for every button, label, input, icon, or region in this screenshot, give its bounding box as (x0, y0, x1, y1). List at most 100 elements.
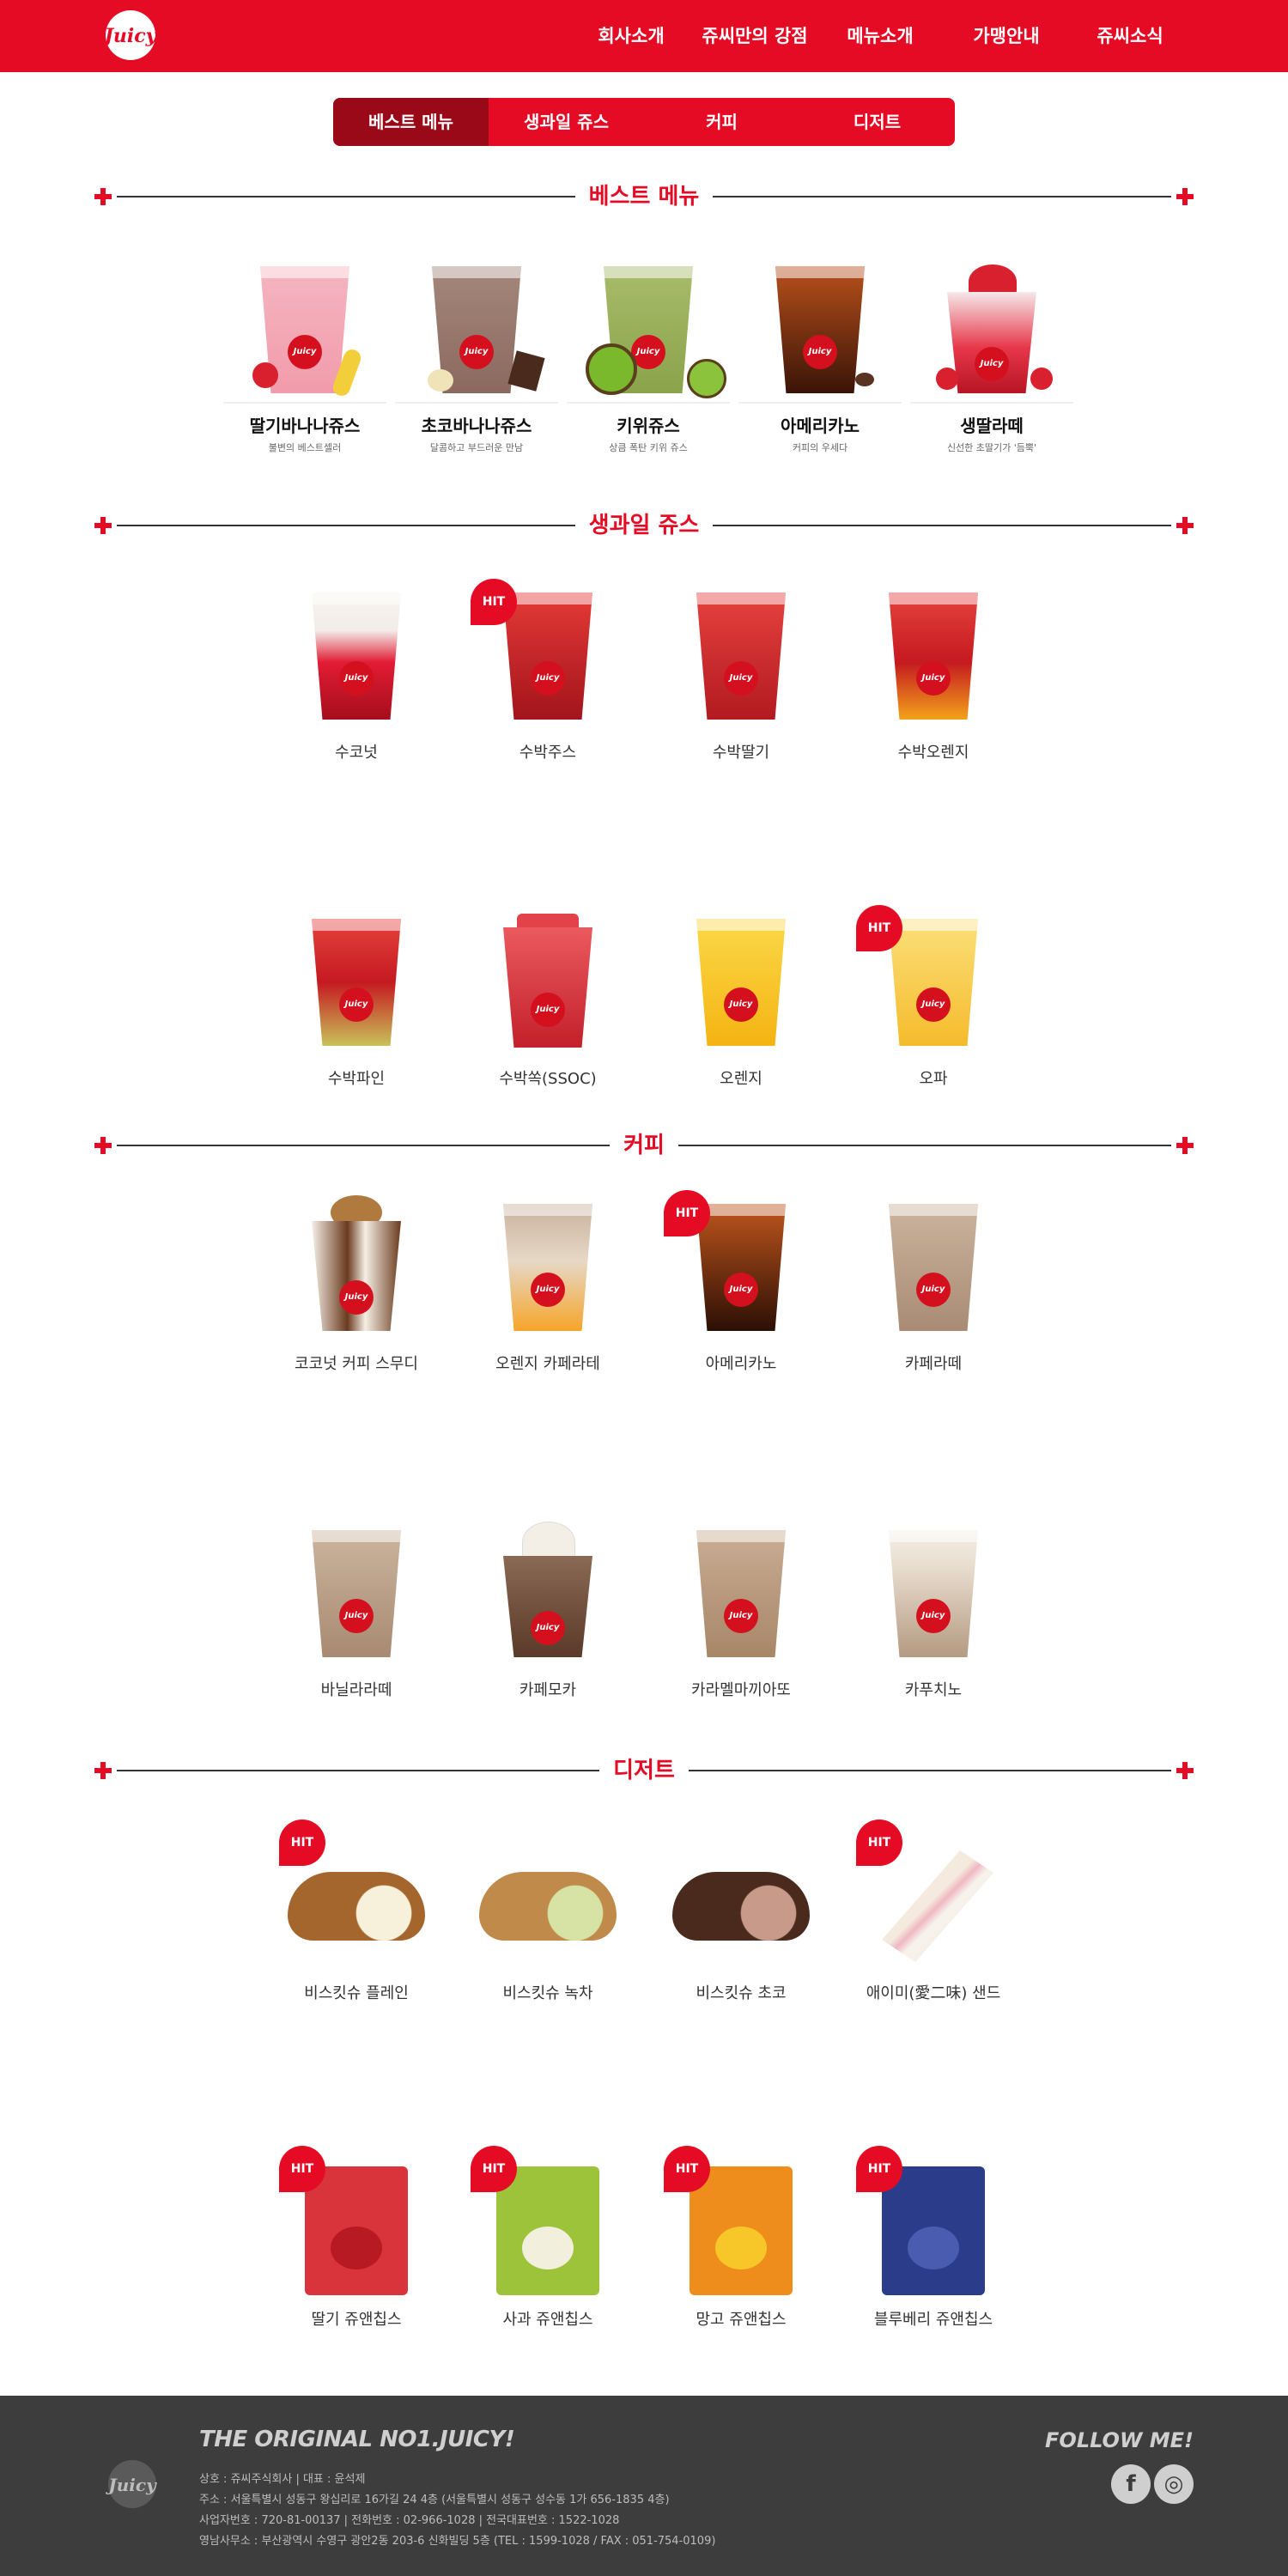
product-name: 비스킷슈 플레인 (304, 1984, 409, 2002)
footer-company: 상호 : 쥬씨주식회사 | 대표 : 윤석제 (199, 2473, 366, 2486)
dessert-item-mango-chips[interactable]: HIT 망고 쥬앤칩스 (655, 2146, 827, 2330)
dessert-item-aimi-sand[interactable]: HIT 애이미(愛二味) 샌드 (848, 1820, 1019, 2003)
product-name: 바닐라라떼 (320, 1681, 392, 1699)
section-divider-best: 베스트 메뉴 (93, 179, 1195, 214)
product-name: 카페라떼 (904, 1355, 963, 1373)
product-image: HIT (848, 1820, 1019, 1971)
best-item-strawberry-latte[interactable]: Juicy 생딸라떼 신선한 초딸기가 '듬뿍' (906, 258, 1078, 454)
best-item-choco-banana[interactable]: Juicy 초코바나나쥬스 달콤하고 부드러운 만남 (391, 258, 562, 454)
coffee-item-orange-cafe-latte[interactable]: Juicy 오렌지 카페라테 (462, 1195, 634, 1374)
site-footer: Juicy THE ORIGINAL NO1.JUICY! 상호 : 쥬씨주식회… (0, 2396, 1288, 2576)
best-item-strawberry-banana[interactable]: Juicy 딸기바나나쥬스 불변의 베스트셀러 (219, 258, 391, 454)
hit-badge: HIT (471, 2146, 517, 2192)
dessert-item-strawberry-chips[interactable]: HIT 딸기 쥬앤칩스 (270, 2146, 442, 2330)
product-name: 수박쏙(SSOC) (499, 1070, 597, 1088)
nav-company[interactable]: 회사소개 (592, 22, 670, 50)
product-image: Juicy (848, 1195, 1019, 1341)
footer-address: 주소 : 서울특별시 성동구 왕십리로 16가길 24 4층 (서울특별시 성동… (199, 2494, 670, 2506)
product-name: 카푸치노 (904, 1681, 963, 1699)
follow-label: FOLLOW ME! (1045, 2428, 1194, 2452)
best-item-kiwi[interactable]: Juicy 키위쥬스 상큼 폭탄 키위 쥬스 (562, 258, 734, 454)
tab-best-menu[interactable]: 베스트 메뉴 (333, 98, 489, 146)
product-name: 코코넛 커피 스무디 (295, 1355, 418, 1373)
coffee-item-americano[interactable]: Juicy HIT 아메리카노 (655, 1190, 827, 1374)
product-name: 수박파인 (327, 1070, 386, 1088)
site-header: Juicy 회사소개 쥬씨만의 강점 메뉴소개 가맹안내 쥬씨소식 (0, 0, 1288, 72)
product-name: 아메리카노 (781, 416, 860, 436)
dessert-item-biscuit-choux-greentea[interactable]: 비스킷슈 녹차 (462, 1825, 634, 2003)
coffee-item-cafe-mocha[interactable]: Juicy 카페모카 (462, 1522, 634, 1700)
hit-badge: HIT (856, 2146, 902, 2192)
product-name: 딸기바나나쥬스 (249, 416, 361, 436)
nav-menu[interactable]: 메뉴소개 (843, 22, 917, 50)
product-image: HIT (848, 2146, 1019, 2297)
section-title: 베스트 메뉴 (93, 179, 1195, 214)
product-image: Juicy (738, 258, 902, 404)
product-desc: 상큼 폭탄 키위 쥬스 (609, 442, 688, 453)
product-name: 초코바나나쥬스 (421, 416, 532, 436)
product-name: 오렌지 (720, 1070, 762, 1088)
coffee-item-vanilla-latte[interactable]: Juicy 바닐라라떼 (270, 1522, 442, 1700)
coffee-item-coconut-smoothie[interactable]: Juicy 코코넛 커피 스무디 (270, 1195, 442, 1374)
instagram-icon[interactable]: ◎ (1154, 2464, 1194, 2504)
coffee-item-cafe-latte[interactable]: Juicy 카페라떼 (848, 1195, 1019, 1374)
juice-item-watermelon-strawberry[interactable]: Juicy 수박딸기 (655, 584, 827, 762)
main-nav: 회사소개 쥬씨만의 강점 메뉴소개 가맹안내 쥬씨소식 (0, 0, 1288, 72)
product-image: Juicy (848, 584, 1019, 730)
best-item-americano[interactable]: Juicy 아메리카노 커피의 우세다 (734, 258, 906, 454)
coffee-item-caramel-macchiato[interactable]: Juicy 카라멜마끼아또 (655, 1522, 827, 1700)
product-name: 수박주스 (519, 744, 577, 762)
product-image: Juicy (655, 910, 827, 1056)
juice-item-watermelon-orange[interactable]: Juicy 수박오렌지 (848, 584, 1019, 762)
section-divider-coffee: 커피 (93, 1128, 1195, 1163)
svg-text:Juicy: Juicy (105, 2475, 157, 2495)
product-image: Juicy (270, 584, 442, 730)
product-image (655, 1825, 827, 1971)
product-image: Juicy (395, 258, 558, 404)
nav-franchise[interactable]: 가맹안내 (969, 22, 1044, 50)
product-image: Juicy (270, 1195, 442, 1341)
product-name: 키위쥬스 (617, 416, 680, 436)
juice-item-sucoconut[interactable]: Juicy 수코넛 (270, 584, 442, 762)
facebook-icon[interactable]: f (1111, 2464, 1151, 2504)
dessert-item-blueberry-chips[interactable]: HIT 블루베리 쥬앤칩스 (848, 2146, 1019, 2330)
juice-item-watermelon-ssoc[interactable]: Juicy 수박쏙(SSOC) (462, 910, 634, 1089)
product-image: Juicy (910, 258, 1073, 404)
dessert-item-apple-chips[interactable]: HIT 사과 쥬앤칩스 (462, 2146, 634, 2330)
coffee-item-cappuccino[interactable]: Juicy 카푸치노 (848, 1522, 1019, 1700)
juice-item-watermelon-pine[interactable]: Juicy 수박파인 (270, 910, 442, 1089)
nav-news[interactable]: 쥬씨소식 (1092, 22, 1168, 50)
footer-office: 영남사무소 : 부산광역시 수영구 광안2동 203-6 신화빌딩 5층 (TE… (199, 2535, 716, 2548)
product-name: 카라멜마끼아또 (691, 1681, 791, 1699)
dessert-item-biscuit-choux-plain[interactable]: HIT 비스킷슈 플레인 (270, 1820, 442, 2003)
juice-item-watermelon[interactable]: Juicy HIT 수박주스 (462, 579, 634, 762)
hit-badge: HIT (471, 579, 517, 625)
product-name: 사과 쥬앤칩스 (502, 2311, 593, 2329)
tab-coffee[interactable]: 커피 (644, 98, 799, 146)
product-image: Juicy (223, 258, 386, 404)
product-image: Juicy HIT (462, 579, 634, 730)
section-title: 생과일 쥬스 (93, 508, 1195, 543)
dessert-item-biscuit-choux-choco[interactable]: 비스킷슈 초코 (655, 1825, 827, 2003)
footer-slogan: THE ORIGINAL NO1.JUICY! (199, 2427, 515, 2452)
tab-dessert[interactable]: 디저트 (799, 98, 955, 146)
juice-item-orange[interactable]: Juicy 오렌지 (655, 910, 827, 1089)
product-desc: 신선한 초딸기가 '듬뿍' (946, 442, 1037, 453)
product-name: 비스킷슈 녹차 (502, 1984, 593, 2002)
product-image: Juicy (462, 1522, 634, 1668)
tab-fresh-juice[interactable]: 생과일 쥬스 (489, 98, 644, 146)
product-name: 오파 (919, 1070, 948, 1088)
product-name: 오렌지 카페라테 (495, 1355, 600, 1373)
footer-logo: Juicy (105, 2460, 157, 2508)
hit-badge: HIT (664, 1190, 710, 1236)
nav-strengths[interactable]: 쥬씨만의 강점 (700, 22, 810, 50)
product-image: Juicy (270, 910, 442, 1056)
juice-item-opa[interactable]: Juicy HIT 오파 (848, 905, 1019, 1089)
hit-badge: HIT (856, 1820, 902, 1866)
product-desc: 달콤하고 부드러운 만남 (429, 442, 524, 453)
product-image: HIT (270, 1820, 442, 1971)
product-image: Juicy (462, 1195, 634, 1341)
product-name: 생딸라떼 (960, 416, 1024, 436)
product-name: 카페모카 (519, 1681, 577, 1699)
product-image (462, 1825, 634, 1971)
